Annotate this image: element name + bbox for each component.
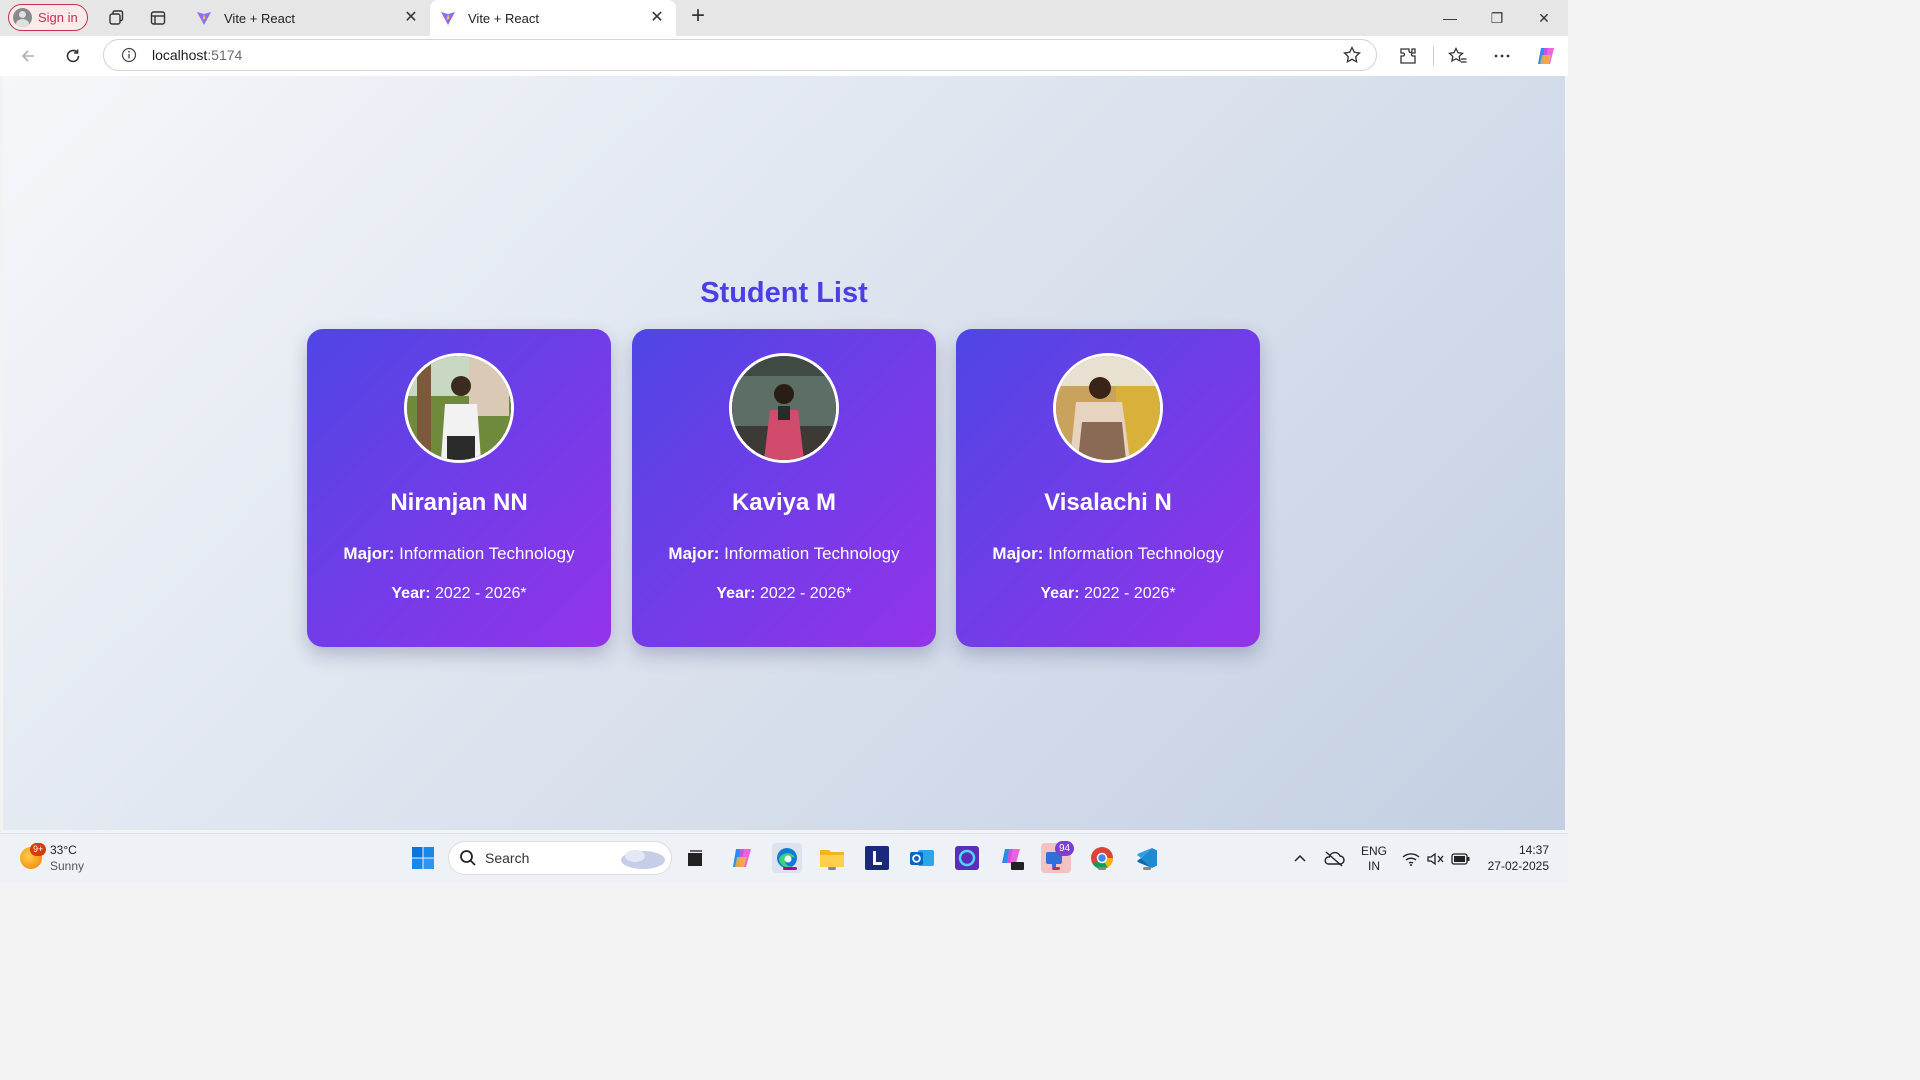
close-window-icon[interactable]: ✕ — [1532, 6, 1556, 30]
student-year: Year: 2022 - 2026* — [716, 585, 852, 602]
chrome-icon[interactable] — [1087, 843, 1117, 873]
toolbar-divider — [1433, 46, 1434, 66]
search-label: Search — [485, 850, 530, 866]
windows-taskbar: 9+ 33°C Sunny Search 94 ENG IN 14:37 27-… — [0, 833, 1568, 883]
close-tab-icon[interactable]: ✕ — [648, 9, 666, 27]
vscode-icon[interactable] — [1132, 843, 1162, 873]
student-card: Kaviya M Major: Information Technology Y… — [632, 329, 936, 647]
weather-widget[interactable]: 9+ 33°C Sunny — [20, 842, 84, 874]
student-photo — [729, 353, 839, 463]
vite-icon — [441, 12, 455, 25]
task-view-icon[interactable] — [680, 843, 710, 873]
browser-tab-bar: Sign in Vite + React ✕ Vite + React ✕ + … — [0, 0, 1568, 36]
student-year: Year: 2022 - 2026* — [1040, 585, 1176, 602]
start-windows-icon[interactable] — [408, 843, 438, 873]
student-major: Major: Information Technology — [343, 544, 575, 563]
student-photo — [404, 353, 514, 463]
page-title: Student List — [700, 277, 868, 309]
favorites-icon[interactable] — [1446, 44, 1470, 68]
taskbar-search[interactable]: Search — [448, 841, 672, 875]
vite-icon — [197, 12, 211, 25]
sign-in-label: Sign in — [38, 10, 78, 25]
tab-vite-react-2[interactable]: Vite + React ✕ — [430, 0, 676, 36]
page-content: Student List Niranjan NN Major: Informat… — [3, 76, 1565, 830]
search-highlight-icon — [621, 850, 665, 869]
teams-icon[interactable]: 94 — [1041, 841, 1075, 873]
favorite-star-icon[interactable] — [1342, 45, 1362, 65]
address-bar[interactable]: localhost:5174 — [103, 39, 1377, 71]
onedrive-offline-icon[interactable] — [1323, 834, 1345, 883]
minimize-icon[interactable]: — — [1438, 6, 1462, 30]
student-card: Visalachi N Major: Information Technolog… — [956, 329, 1260, 647]
show-hidden-icons[interactable] — [1292, 834, 1308, 883]
refresh-icon[interactable] — [61, 44, 85, 68]
sign-in-button[interactable]: Sign in — [8, 4, 88, 31]
weather-badge: 9+ — [30, 843, 47, 856]
workspaces-icon[interactable] — [104, 6, 128, 30]
profile-avatar-icon — [13, 8, 32, 27]
language-region: IN — [1368, 858, 1380, 873]
search-icon — [460, 850, 476, 866]
language-code: ENG — [1361, 843, 1388, 858]
student-photo — [1053, 353, 1163, 463]
file-explorer-icon[interactable] — [817, 843, 847, 873]
wifi-icon[interactable] — [1402, 834, 1420, 883]
temperature: 33°C — [50, 843, 77, 857]
student-year: Year: 2022 - 2026* — [391, 585, 527, 602]
system-clock[interactable]: 14:37 27-02-2025 — [1488, 842, 1549, 874]
edge-browser-icon[interactable] — [772, 843, 802, 873]
language-indicator[interactable]: ENG IN — [1361, 834, 1387, 883]
url-text: localhost:5174 — [152, 47, 243, 63]
browser-toolbar: localhost:5174 — [0, 36, 1568, 76]
cortana-icon[interactable] — [952, 843, 982, 873]
close-tab-icon[interactable]: ✕ — [402, 9, 420, 27]
tab-vite-react-1[interactable]: Vite + React ✕ — [186, 0, 430, 36]
clock-time: 14:37 — [1518, 843, 1549, 857]
chevron-up-icon — [1294, 854, 1306, 862]
student-name: Niranjan NN — [390, 489, 528, 516]
student-major: Major: Information Technology — [992, 544, 1224, 563]
copilot-taskbar-icon[interactable] — [727, 843, 757, 873]
sun-icon: 9+ — [20, 843, 47, 869]
tab-title: Vite + React — [224, 10, 295, 26]
weather-condition: Sunny — [50, 859, 85, 873]
student-card: Niranjan NN Major: Information Technolog… — [307, 329, 611, 647]
extensions-icon[interactable] — [1396, 44, 1420, 68]
new-tab-button[interactable]: + — [686, 4, 710, 29]
more-options-icon[interactable] — [1490, 44, 1514, 68]
student-name: Kaviya M — [731, 489, 837, 516]
restore-icon[interactable]: ❐ — [1485, 6, 1509, 30]
copilot-icon[interactable] — [1534, 44, 1558, 68]
l-app-icon[interactable] — [862, 843, 892, 873]
teams-badge: 94 — [1055, 841, 1075, 856]
battery-icon[interactable] — [1451, 834, 1471, 883]
student-name: Visalachi N — [1044, 489, 1172, 516]
vertical-tabs-icon[interactable] — [146, 6, 170, 30]
back-arrow-icon[interactable] — [16, 44, 40, 68]
m365-icon[interactable] — [997, 843, 1027, 873]
clock-date: 27-02-2025 — [1487, 859, 1549, 873]
tab-title: Vite + React — [468, 10, 539, 26]
outlook-icon[interactable] — [907, 843, 937, 873]
student-major: Major: Information Technology — [668, 544, 900, 563]
site-info-icon[interactable] — [121, 47, 137, 63]
volume-muted-icon[interactable] — [1426, 834, 1444, 883]
